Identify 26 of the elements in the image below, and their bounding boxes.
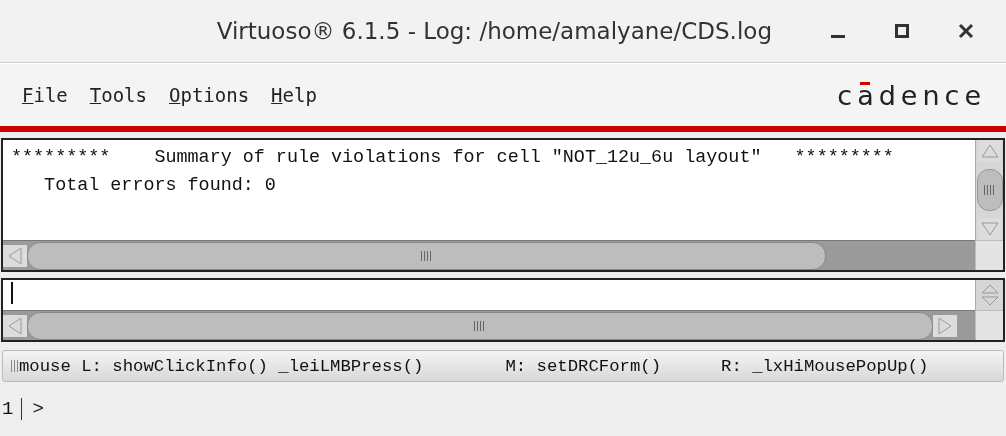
menu-item[interactable]: Tools xyxy=(89,84,147,106)
line-number: 1 xyxy=(2,398,23,420)
text-cursor-icon xyxy=(11,282,13,304)
maximize-icon xyxy=(895,24,909,38)
grip-icon xyxy=(11,360,19,372)
menu-item[interactable]: Options xyxy=(169,84,250,106)
vertical-scrollbar[interactable] xyxy=(975,140,1003,240)
close-icon xyxy=(958,23,974,39)
horizontal-scrollbar[interactable] xyxy=(3,310,975,340)
grip-icon xyxy=(473,320,486,331)
window-title: Virtuoso® 6.1.5 - Log: /home/amalyane/CDS.log xyxy=(216,18,772,44)
input-pane[interactable] xyxy=(1,278,1005,342)
mouse-binding-text: mouse L: showClickInfo() _leiLMBPress() xyxy=(19,356,424,376)
scrollbar-corner xyxy=(975,310,1003,340)
menu-item[interactable]: File xyxy=(22,84,68,106)
log-line: Total errors found: 0 xyxy=(43,174,277,198)
grip-icon xyxy=(420,250,433,261)
grip-icon xyxy=(983,185,996,195)
scrollbar-corner xyxy=(975,240,1003,270)
mouse-binding-text: M: setDRCForm() xyxy=(505,356,661,376)
log-line: ********* Summary of rule violations for cell "NOT_12u_6u layout" ********* xyxy=(11,146,895,170)
mouse-binding-text: R: _lxHiMousePopUp() xyxy=(721,356,929,376)
minimize-icon xyxy=(831,35,845,38)
horizontal-scrollbar[interactable] xyxy=(3,240,975,270)
menu-item[interactable]: Help xyxy=(271,84,317,106)
prompt-symbol: > xyxy=(32,398,44,420)
